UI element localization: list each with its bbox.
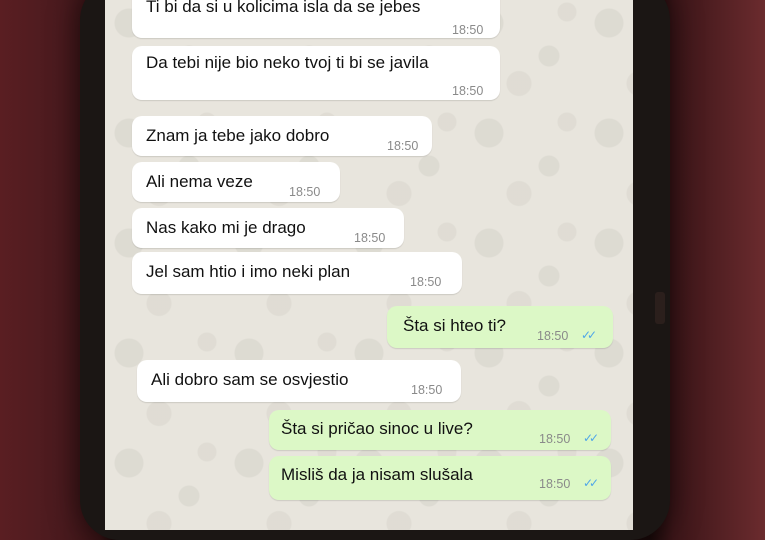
message-text: Jel sam htio i imo neki plan: [146, 262, 351, 281]
phone-side-button: [655, 292, 665, 324]
message-bubble-outgoing: Šta si hteo ti? 18:50 ✓✓: [387, 306, 613, 348]
message-text: Šta si hteo ti?: [403, 316, 507, 335]
message-bubble-incoming: Da tebi nije bio neko tvoj ti bi se javi…: [132, 46, 500, 100]
message-bubble-incoming: Nas kako mi je drago 18:50: [132, 208, 404, 248]
message-bubble-incoming: Ti bi da si u kolicima isla da se jebes …: [132, 0, 500, 38]
message-time: 18:50: [452, 23, 484, 37]
message-bubble-incoming: Jel sam htio i imo neki plan 18:50: [132, 252, 462, 294]
message-time: 18:50: [537, 329, 569, 343]
message-text: Nas kako mi je drago: [146, 218, 306, 237]
message-text: Da tebi nije bio neko tvoj ti bi se javi…: [146, 53, 429, 72]
message-bubble-outgoing: Misliš da ja nisam slušala 18:50 ✓✓: [269, 456, 611, 500]
message-time: 18:50: [539, 432, 571, 446]
message-text: Ali dobro sam se osvjestio: [151, 370, 349, 389]
message-bubble-incoming: Znam ja tebe jako dobro 18:50: [132, 116, 432, 156]
chat-screen: Ti bi da si u kolicima isla da se jebes …: [105, 0, 633, 530]
read-receipt-icon: ✓✓: [583, 476, 599, 490]
message-time: 18:50: [411, 383, 443, 397]
message-bubble-incoming: Ali nema veze 18:50: [132, 162, 340, 202]
message-text: Ali nema veze: [146, 172, 253, 191]
message-time: 18:50: [410, 275, 442, 289]
message-time: 18:50: [289, 185, 321, 199]
message-text: Ti bi da si u kolicima isla da se jebes: [146, 0, 421, 16]
message-text: Misliš da ja nisam slušala: [281, 465, 473, 484]
message-bubble-incoming: Ali dobro sam se osvjestio 18:50: [137, 360, 461, 402]
message-time: 18:50: [539, 477, 571, 491]
message-time: 18:50: [452, 84, 484, 98]
read-receipt-icon: ✓✓: [581, 328, 597, 342]
read-receipt-icon: ✓✓: [583, 431, 599, 445]
message-time: 18:50: [354, 231, 386, 245]
message-text: Znam ja tebe jako dobro: [146, 126, 330, 145]
message-time: 18:50: [387, 139, 419, 153]
message-text: Šta si pričao sinoc u live?: [281, 419, 473, 438]
message-bubble-outgoing: Šta si pričao sinoc u live? 18:50 ✓✓: [269, 410, 611, 450]
